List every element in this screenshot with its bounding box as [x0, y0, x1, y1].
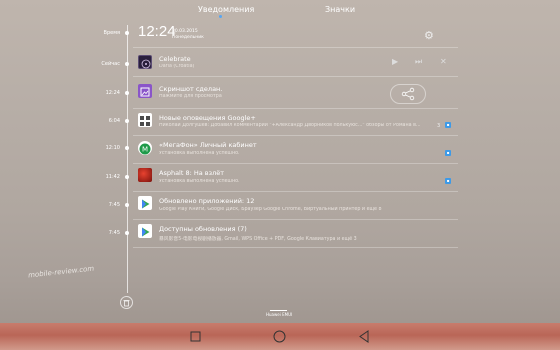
notification-count: 3 [437, 123, 441, 129]
notification-text: 暴风影音5-电影电视剧播放器, Gmail, WPS Office + PDF,… [159, 237, 357, 242]
notification-title[interactable]: Скриншот сделан. [159, 85, 222, 93]
notification-text: Нажмите для просмотра [159, 94, 222, 99]
divider [133, 191, 458, 192]
weekday: Понедельник [172, 35, 204, 40]
notification-text: Darla (Croatia) [159, 64, 195, 69]
trash-icon [123, 300, 130, 307]
notification-text: Установка выполнена успешно. [159, 179, 240, 184]
timeline-dot [125, 146, 129, 150]
divider [133, 247, 458, 248]
megafon-icon: M [138, 141, 152, 155]
timeline-label: Сейчас [101, 61, 120, 67]
play-store-icon [138, 196, 152, 210]
app-badge-icon: ▪ [445, 150, 451, 156]
gear-icon[interactable]: ⚙ [424, 29, 434, 42]
notification-title[interactable]: «МегаФон» Личный кабинет [159, 141, 257, 149]
timeline-label: 7:45 [108, 230, 120, 236]
close-icon[interactable]: ✕ [440, 57, 447, 66]
notification-text: Google Play Книги, Google Диск, Браузер … [159, 207, 382, 212]
app-badge-icon: ▪ [445, 122, 451, 128]
notification-title[interactable]: Celebrate [159, 55, 191, 63]
timeline-label: 12:10 [105, 145, 120, 151]
next-track-icon[interactable]: ⏭ [415, 57, 422, 67]
timeline-dot [125, 231, 129, 235]
music-album-icon [138, 55, 152, 69]
timeline-label: 6:04 [108, 118, 120, 124]
watermark: mobile-review.com [27, 264, 95, 280]
notification-text: Установка выполнена успешно. [159, 151, 240, 156]
notification-title[interactable]: Обновлено приложений: 12 [159, 197, 254, 205]
timeline-label: 12:24 [105, 90, 120, 96]
recent-apps-icon[interactable] [190, 331, 201, 342]
timeline-label: 7:45 [108, 202, 120, 208]
timeline-label: Время [103, 30, 120, 36]
divider [133, 76, 458, 77]
notification-text: Николай Долгушев: Добавил комментарий "+… [159, 123, 421, 128]
timeline-dot [125, 31, 129, 35]
asphalt-game-icon [138, 168, 152, 182]
divider [133, 219, 458, 220]
divider [133, 163, 458, 164]
divider [133, 135, 458, 136]
timeline-dot [125, 175, 129, 179]
navigation-bar [0, 323, 560, 350]
clear-all-button[interactable] [120, 296, 133, 309]
play-icon[interactable]: ▶ [392, 57, 398, 66]
active-tab-indicator [219, 15, 222, 18]
svg-text:M: M [142, 146, 148, 154]
app-badge-icon: ▪ [445, 178, 451, 184]
tab-notifications[interactable]: Уведомления [198, 5, 254, 14]
home-icon[interactable] [273, 330, 286, 343]
share-button[interactable] [390, 84, 426, 104]
timeline-dot [125, 62, 129, 66]
notification-title[interactable]: Доступны обновления (7) [159, 225, 247, 233]
tab-icons[interactable]: Значки [325, 5, 355, 14]
google-plus-icon [138, 113, 152, 127]
divider [133, 47, 458, 48]
timeline-dot [125, 119, 129, 123]
notification-title[interactable]: Asphalt 8: На взлёт [159, 169, 224, 177]
date: 30.03.2015 [172, 29, 198, 34]
screenshot-icon [138, 84, 152, 98]
timeline-label: 11:42 [105, 174, 120, 180]
clock: 12:24 [138, 23, 176, 40]
timeline-dot [125, 91, 129, 95]
notification-title[interactable]: Новые оповещения Google+ [159, 114, 256, 122]
drag-handle[interactable] [270, 310, 287, 311]
back-icon[interactable] [358, 330, 370, 343]
timeline-dot [125, 203, 129, 207]
divider [133, 108, 458, 109]
handle-label: Huawei EMUI [266, 312, 293, 317]
play-store-icon [138, 224, 152, 238]
